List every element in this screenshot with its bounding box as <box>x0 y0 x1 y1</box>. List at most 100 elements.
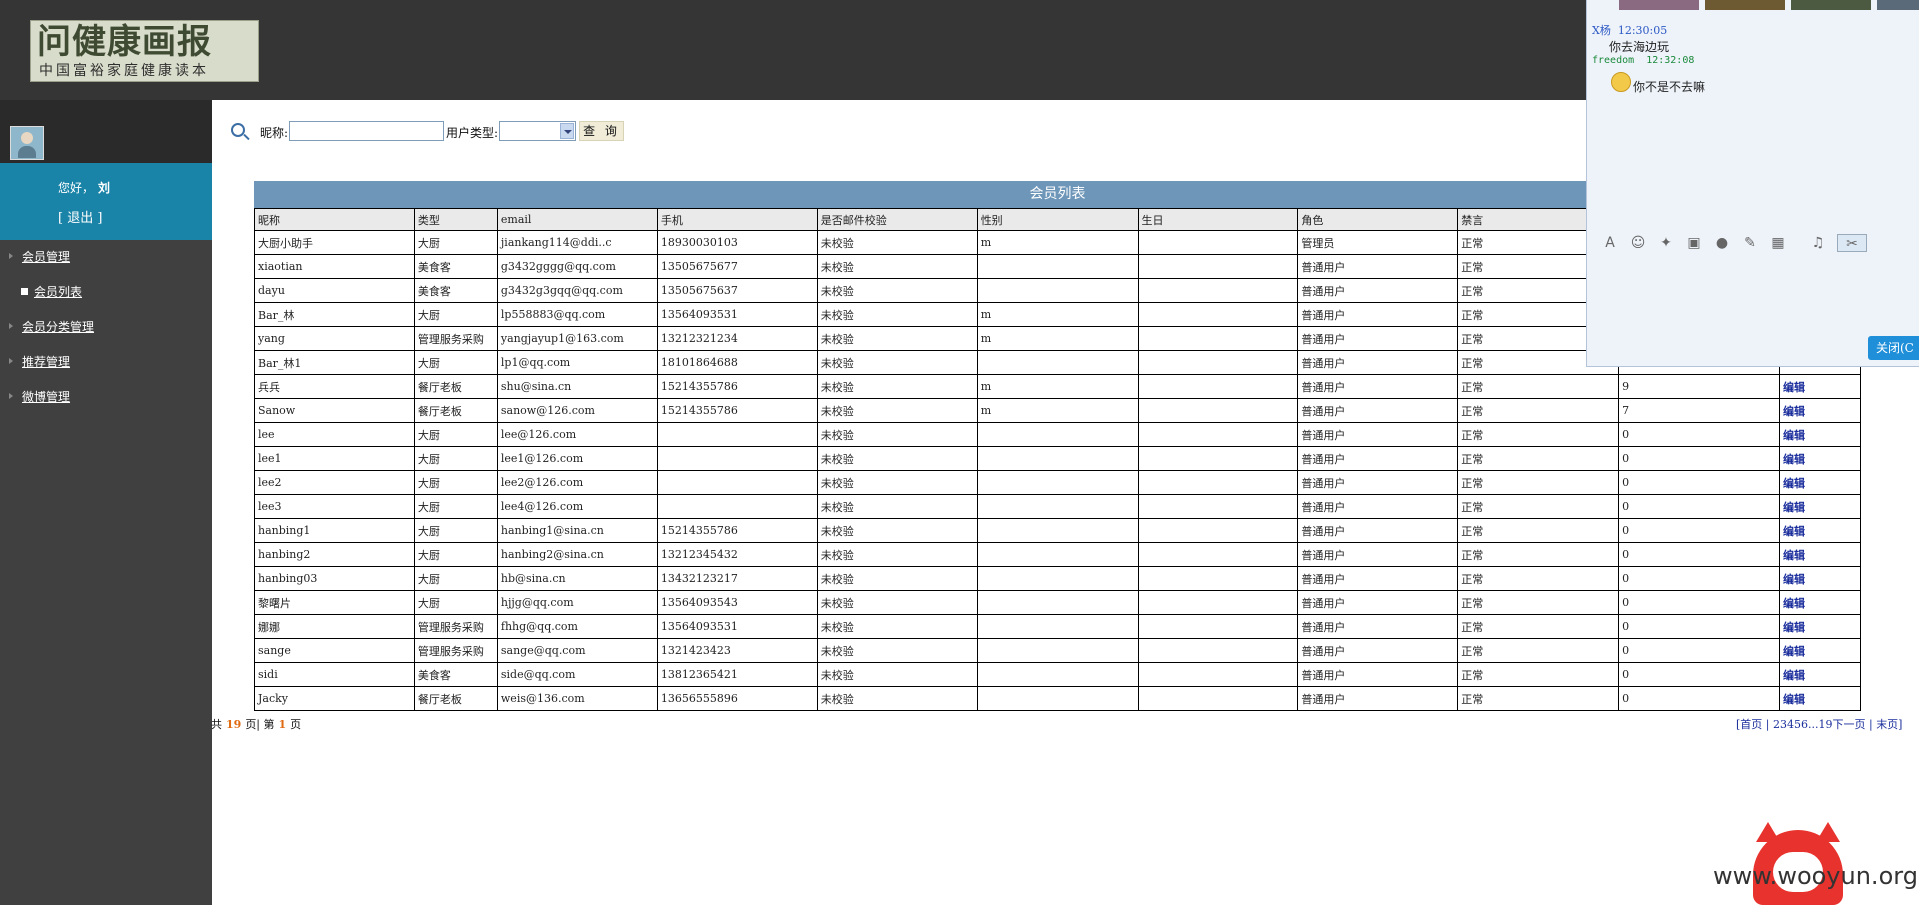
pager-last[interactable]: 末页] <box>1876 718 1902 731</box>
query-button[interactable]: 查 询 <box>579 121 624 141</box>
microphone-icon[interactable]: ● <box>1713 234 1731 252</box>
close-button[interactable]: 关闭(C <box>1868 336 1919 360</box>
music-icon[interactable]: ♫ <box>1809 234 1827 252</box>
table-cell <box>1137 350 1299 375</box>
table-cell: 大厨 <box>413 566 498 591</box>
edit-link[interactable]: 编辑 <box>1779 398 1861 423</box>
table-cell <box>1137 662 1299 687</box>
edit-link[interactable]: 编辑 <box>1779 494 1861 519</box>
image-icon[interactable]: ▦ <box>1769 234 1787 252</box>
table-cell: 未校验 <box>816 542 978 567</box>
thumbnail-image[interactable] <box>1877 0 1919 10</box>
table-cell: 美食客 <box>413 278 498 303</box>
pager-current-suffix: 页 <box>290 718 302 731</box>
sidebar-item-label: 会员管理 <box>22 250 71 264</box>
edit-link[interactable]: 编辑 <box>1779 470 1861 495</box>
edit-link[interactable]: 编辑 <box>1779 518 1861 543</box>
table-cell: 0 <box>1618 470 1780 495</box>
table-cell: 15214355786 <box>656 398 818 423</box>
table-cell: 普通用户 <box>1297 350 1459 375</box>
video-icon[interactable]: ▣ <box>1685 234 1703 252</box>
column-header: 生日 <box>1137 208 1299 231</box>
table-cell: 9 <box>1618 374 1780 399</box>
column-header: 性别 <box>976 208 1139 231</box>
table-cell: 0 <box>1618 662 1780 687</box>
usertype-select[interactable] <box>499 121 576 141</box>
sidebar-item-recommend[interactable]: 推荐管理 <box>0 353 212 388</box>
thumbnail-image[interactable] <box>1705 0 1785 10</box>
edit-link[interactable]: 编辑 <box>1779 566 1861 591</box>
table-cell: 黎曙片 <box>254 590 415 615</box>
table-cell: 18101864688 <box>656 350 818 375</box>
table-cell: 普通用户 <box>1297 422 1459 447</box>
thumbnail-image[interactable] <box>1619 0 1699 10</box>
username: 刘 <box>98 181 111 195</box>
scissors-icon[interactable]: ✂ <box>1837 234 1867 252</box>
sidebar-item-weibo[interactable]: 微博管理 <box>0 388 212 423</box>
table-cell: lee@126.com <box>496 422 658 447</box>
watermark-text: www.wooyun.org <box>1713 862 1918 890</box>
table-row: hanbing1 大厨 hanbing1@sina.cn 15214355786 未校验… <box>254 518 1861 543</box>
table-cell: 未校验 <box>816 398 978 423</box>
font-icon[interactable]: A <box>1601 234 1619 252</box>
sidebar-item-label: 微博管理 <box>22 390 71 404</box>
table-cell: 餐厅老板 <box>413 374 498 399</box>
table-cell: 普通用户 <box>1297 542 1459 567</box>
table-cell: lee1 <box>254 446 415 471</box>
edit-link[interactable]: 编辑 <box>1779 542 1861 567</box>
table-cell: 正常 <box>1457 542 1620 567</box>
sidebar-nav: 会员管理 会员列表 会员分类管理 推荐管理 微博管理 <box>0 248 212 423</box>
edit-link[interactable]: 编辑 <box>1779 590 1861 615</box>
table-cell: 管理员 <box>1297 230 1459 255</box>
table-cell: 0 <box>1618 542 1780 567</box>
edit-link[interactable]: 编辑 <box>1779 686 1861 711</box>
edit-link[interactable]: 编辑 <box>1779 614 1861 639</box>
logo-title: 问健康画报 <box>37 22 212 62</box>
table-row: Jacky 餐厅老板 weis@136.com 13656555896 未校验 普通用户正… <box>254 686 1861 711</box>
edit-link[interactable]: 编辑 <box>1779 422 1861 447</box>
table-cell: 13656555896 <box>656 686 818 711</box>
table-cell <box>1137 302 1299 327</box>
pager-first[interactable]: [首页 <box>1736 718 1762 731</box>
table-cell <box>976 638 1139 663</box>
table-cell: 普通用户 <box>1297 446 1459 471</box>
table-cell: 管理服务采购 <box>413 326 498 351</box>
table-cell <box>976 446 1139 471</box>
sidebar-item-member-management[interactable]: 会员管理 <box>0 248 212 283</box>
table-cell: 普通用户 <box>1297 638 1459 663</box>
table-cell: 未校验 <box>816 686 978 711</box>
table-row: lee 大厨 lee@126.com 未校验 普通用户 正常 0 编辑 <box>254 422 1861 447</box>
table-cell: 13212345432 <box>656 542 818 567</box>
sidebar-item-member-category[interactable]: 会员分类管理 <box>0 318 212 353</box>
edit-link[interactable]: 编辑 <box>1779 374 1861 399</box>
table-cell: 美食客 <box>413 254 498 279</box>
table-cell <box>976 686 1139 711</box>
table-cell: 未校验 <box>816 446 978 471</box>
table-cell: lp558883@qq.com <box>496 302 658 327</box>
site-logo[interactable]: 问健康画报 中国富裕家庭健康读本 <box>30 20 259 82</box>
logout-link[interactable]: [ 退出 ] <box>58 207 102 226</box>
thumbnail-image[interactable] <box>1791 0 1871 10</box>
table-cell: m <box>976 230 1139 255</box>
edit-link[interactable]: 编辑 <box>1779 638 1861 663</box>
table-cell: 15214355786 <box>656 374 818 399</box>
pager-pages[interactable]: 23456...19 <box>1773 718 1832 731</box>
pager-next[interactable]: 下一页 <box>1832 718 1865 731</box>
table-cell: 0 <box>1618 566 1780 591</box>
nickname-input[interactable] <box>289 121 444 141</box>
smiley-icon[interactable]: ☺ <box>1629 234 1647 252</box>
sidebar-item-member-list[interactable]: 会员列表 <box>0 283 212 318</box>
table-cell: Bar_林1 <box>254 350 415 375</box>
edit-icon[interactable]: ✎ <box>1741 234 1759 252</box>
logo-subtitle: 中国富裕家庭健康读本 <box>39 63 209 79</box>
table-cell: 未校验 <box>816 494 978 519</box>
table-cell: 未校验 <box>816 230 978 255</box>
table-cell: m <box>976 374 1139 399</box>
edit-link[interactable]: 编辑 <box>1779 446 1861 471</box>
magic-wand-icon[interactable]: ✦ <box>1657 234 1675 252</box>
edit-link[interactable]: 编辑 <box>1779 662 1861 687</box>
caret-right-icon <box>9 323 13 329</box>
table-cell: m <box>976 302 1139 327</box>
table-cell: 正常 <box>1457 638 1620 663</box>
table-cell <box>976 470 1139 495</box>
